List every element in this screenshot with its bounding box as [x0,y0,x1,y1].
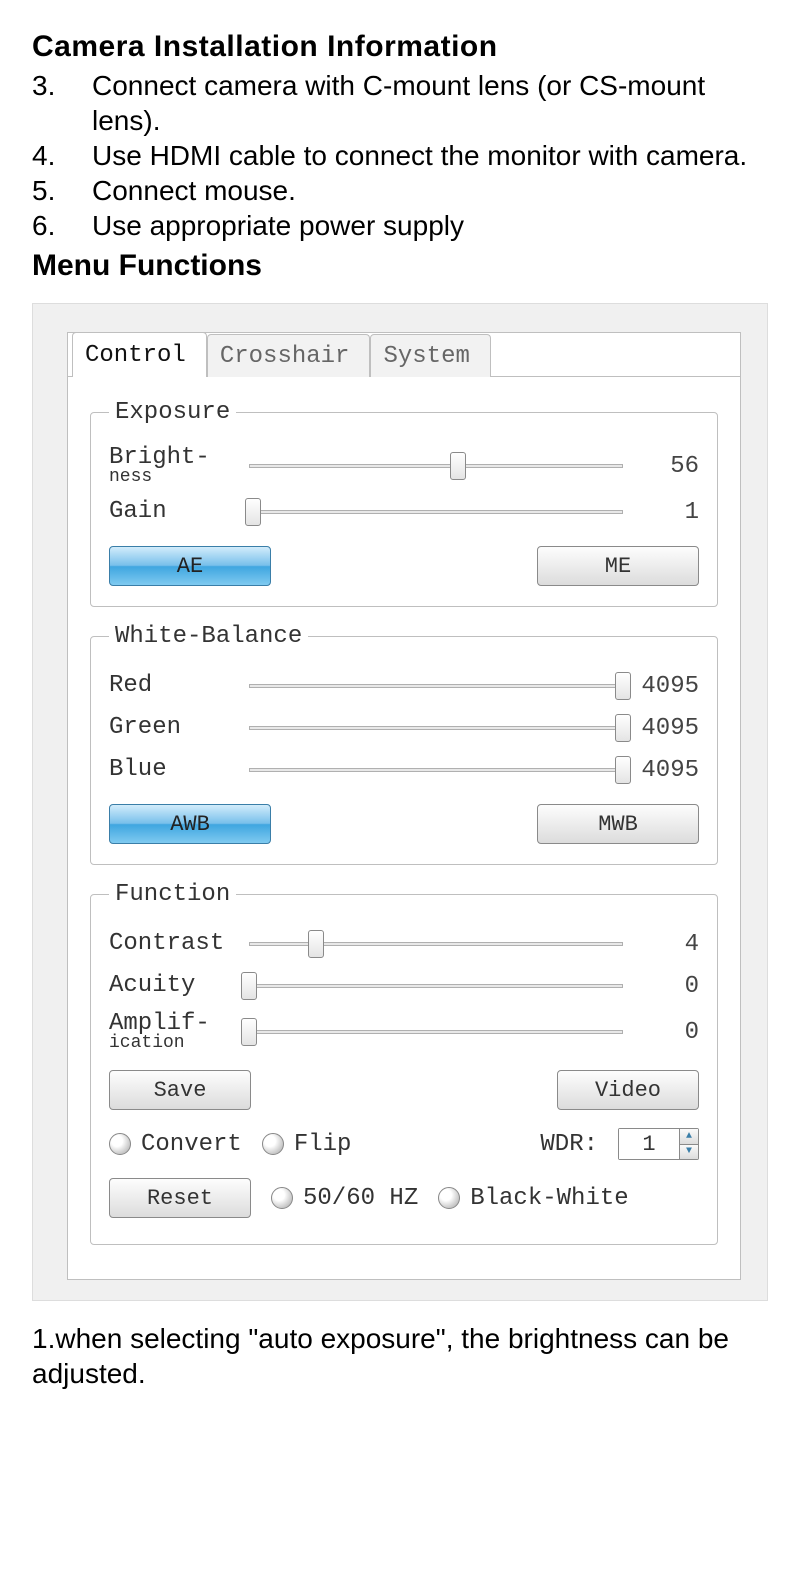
row-amplification: Amplif- ication 0 [109,1012,699,1052]
option-row-1: Convert Flip WDR: 1 ▲ ▼ [109,1128,699,1160]
option-black-white[interactable]: Black-White [438,1185,628,1212]
install-steps-list: 3. Connect camera with C-mount lens (or … [32,68,768,243]
option-flip[interactable]: Flip [262,1131,352,1158]
video-button[interactable]: Video [557,1070,699,1110]
label-brightness: Bright- ness [109,446,239,486]
value-amplification: 0 [633,1019,699,1046]
legend-function: Function [109,881,236,908]
radio-icon [271,1187,293,1209]
slider-thumb[interactable] [450,452,466,480]
legend-white-balance: White-Balance [109,623,308,650]
row-acuity: Acuity 0 [109,970,699,1002]
option-convert[interactable]: Convert [109,1131,242,1158]
slider-thumb[interactable] [308,930,324,958]
settings-dialog: Control Crosshair System Exposure Bright… [67,332,741,1280]
list-item: 5. Connect mouse. [32,173,768,208]
tab-crosshair[interactable]: Crosshair [207,334,371,377]
tab-system[interactable]: System [370,334,490,377]
label-wdr: WDR: [540,1131,598,1158]
option-hz[interactable]: 50/60 HZ [271,1185,418,1212]
group-exposure: Exposure Bright- ness 56 Gain [90,399,718,607]
label-gain: Gain [109,500,239,524]
group-white-balance: White-Balance Red 4095 Green [90,623,718,865]
value-red: 4095 [633,673,699,700]
value-green: 4095 [633,715,699,742]
wdr-spinner[interactable]: 1 ▲ ▼ [618,1128,699,1160]
me-button[interactable]: ME [537,546,699,586]
slider-amplification[interactable] [249,1028,623,1036]
heading-menu-functions: Menu Functions [32,249,768,283]
heading-camera-install: Camera Installation Information [32,30,768,64]
group-function: Function Contrast 4 Acuity [90,881,718,1245]
row-brightness: Bright- ness 56 [109,446,699,486]
label-contrast: Contrast [109,932,239,956]
label-red: Red [109,674,239,698]
reset-button[interactable]: Reset [109,1178,251,1218]
save-button[interactable]: Save [109,1070,251,1110]
spinner-up-icon[interactable]: ▲ [680,1129,698,1144]
slider-thumb[interactable] [615,672,631,700]
label-amplification: Amplif- ication [109,1012,239,1052]
slider-blue[interactable] [249,766,623,774]
row-green: Green 4095 [109,712,699,744]
slider-contrast[interactable] [249,940,623,948]
list-item: 3. Connect camera with C-mount lens (or … [32,68,768,138]
row-gain: Gain 1 [109,496,699,528]
value-gain: 1 [633,499,699,526]
row-blue: Blue 4095 [109,754,699,786]
awb-button[interactable]: AWB [109,804,271,844]
mwb-button[interactable]: MWB [537,804,699,844]
slider-gain[interactable] [249,508,623,516]
value-brightness: 56 [633,453,699,480]
slider-red[interactable] [249,682,623,690]
row-red: Red 4095 [109,670,699,702]
slider-thumb[interactable] [241,972,257,1000]
footnote: 1.when selecting "auto exposure", the br… [32,1321,768,1391]
label-green: Green [109,716,239,740]
slider-acuity[interactable] [249,982,623,990]
value-acuity: 0 [633,973,699,1000]
tab-control[interactable]: Control [72,332,207,377]
slider-thumb[interactable] [241,1018,257,1046]
wdr-value: 1 [619,1129,679,1159]
settings-panel: Control Crosshair System Exposure Bright… [32,303,768,1301]
slider-thumb[interactable] [615,756,631,784]
slider-brightness[interactable] [249,462,623,470]
value-contrast: 4 [633,931,699,958]
tab-strip: Control Crosshair System [68,333,740,377]
slider-green[interactable] [249,724,623,732]
list-item: 4. Use HDMI cable to connect the monitor… [32,138,768,173]
tab-pane-control: Exposure Bright- ness 56 Gain [68,376,740,1271]
radio-icon [438,1187,460,1209]
option-row-2: Reset 50/60 HZ Black-White [109,1178,699,1218]
radio-icon [109,1133,131,1155]
row-contrast: Contrast 4 [109,928,699,960]
legend-exposure: Exposure [109,399,236,426]
value-blue: 4095 [633,757,699,784]
slider-thumb[interactable] [245,498,261,526]
spinner-down-icon[interactable]: ▼ [680,1144,698,1160]
label-acuity: Acuity [109,974,239,998]
radio-icon [262,1133,284,1155]
list-item: 6. Use appropriate power supply [32,208,768,243]
slider-thumb[interactable] [615,714,631,742]
ae-button[interactable]: AE [109,546,271,586]
label-blue: Blue [109,758,239,782]
